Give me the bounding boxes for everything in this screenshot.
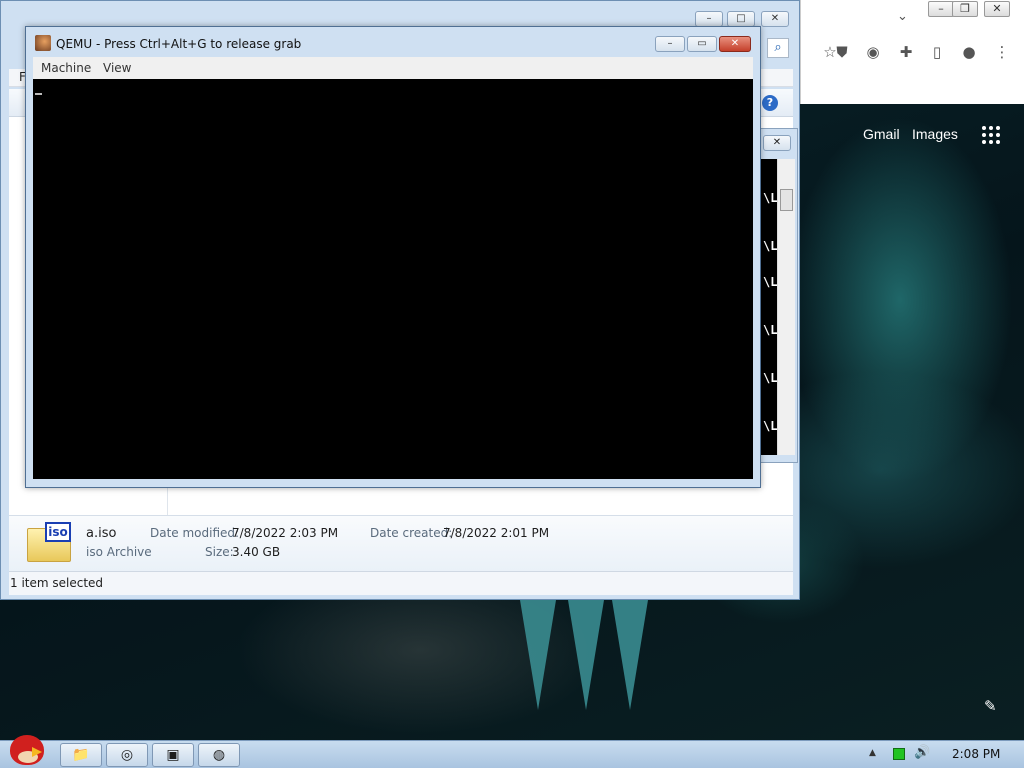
explorer-maximize-button[interactable]: □ <box>727 11 755 27</box>
explorer-close-button[interactable]: ✕ <box>761 11 789 27</box>
file-type: iso Archive <box>86 545 152 559</box>
status-bar: 1 item selected <box>9 571 793 595</box>
date-modified-label: Date modified: <box>150 526 240 540</box>
console-output: \L \L \L \L \L \L <box>761 159 777 455</box>
console-close-button[interactable]: ✕ <box>763 135 791 151</box>
guest-display[interactable] <box>33 79 753 479</box>
taskbar: 📁 ◎ ▣ ◍ ▲ 🔊 2:08 PM <box>0 735 1024 768</box>
text-cursor <box>35 93 42 95</box>
qemu-app-icon <box>35 35 51 51</box>
volume-icon[interactable]: 🔊 <box>914 745 930 760</box>
chrome-restore-button[interactable]: ❐ <box>952 1 978 17</box>
help-icon[interactable]: ? <box>762 95 778 111</box>
window-title: QEMU - Press Ctrl+Alt+G to release grab <box>56 37 302 51</box>
console-scrollbar[interactable] <box>777 159 795 455</box>
scrollbar-thumb[interactable] <box>780 189 793 211</box>
qemu-menubar: Machine View <box>33 57 753 79</box>
console-line: \L <box>763 239 778 253</box>
console-line: \L <box>763 323 778 337</box>
menu-view[interactable]: View <box>103 61 131 75</box>
console-icon[interactable]: ▣ <box>152 743 194 767</box>
explorer-folder-icon[interactable]: 📁 <box>60 743 102 767</box>
console-line: \L <box>763 275 778 289</box>
wallpaper-tooth <box>612 600 648 710</box>
qemu-window: QEMU - Press Ctrl+Alt+G to release grab … <box>25 26 761 488</box>
profile-icon[interactable]: ● <box>959 42 979 62</box>
more-menu-icon[interactable]: ⋮ <box>992 42 1012 62</box>
explorer-minimize-button[interactable]: – <box>695 11 723 27</box>
chevron-down-icon[interactable]: ⌄ <box>897 9 908 24</box>
status-text: 1 item selected <box>10 576 104 590</box>
sidebar-icon[interactable]: ▯ <box>927 42 947 62</box>
network-icon[interactable] <box>893 748 905 760</box>
chrome-minimize-button[interactable]: – <box>928 1 954 17</box>
navpane-divider <box>167 485 168 515</box>
date-created-label: Date created: <box>370 526 453 540</box>
chrome-icon[interactable]: ◎ <box>106 743 148 767</box>
images-link[interactable]: Images <box>912 126 958 142</box>
size-value: 3.40 GB <box>232 545 281 559</box>
file-name: a.iso <box>86 526 117 541</box>
search-icon[interactable]: ⌕ <box>767 38 789 58</box>
qemu-minimize-button[interactable]: – <box>655 36 685 52</box>
show-hidden-icons-icon[interactable]: ▲ <box>869 748 876 758</box>
extension-circle-icon[interactable]: ◉ <box>863 42 883 62</box>
pencil-icon[interactable]: ✎ <box>984 697 997 715</box>
clock[interactable]: 2:08 PM <box>952 747 1000 761</box>
start-button[interactable] <box>2 731 50 768</box>
ublock-shield-icon[interactable]: ⛊ <box>832 42 852 62</box>
qemu-close-button[interactable]: ✕ <box>719 36 751 52</box>
wallpaper-tooth <box>520 600 556 710</box>
google-apps-icon[interactable] <box>982 126 1000 144</box>
qemu-maximize-button[interactable]: ▭ <box>687 36 717 52</box>
details-pane: iso a.iso iso Archive Date modified: 7/8… <box>9 515 793 571</box>
puzzle-icon[interactable]: ✚ <box>896 42 916 62</box>
wallpaper-tooth <box>568 600 604 710</box>
date-created-value: 7/8/2022 2:01 PM <box>443 526 550 540</box>
menu-machine[interactable]: Machine <box>41 61 91 75</box>
iso-file-icon: iso <box>27 522 73 562</box>
chrome-close-button[interactable]: ✕ <box>984 1 1010 17</box>
console-line: \L <box>763 419 778 433</box>
console-line: \L <box>763 371 778 385</box>
size-label: Size: <box>205 545 234 559</box>
console-window: ✕ \L \L \L \L \L \L <box>760 128 798 463</box>
gmail-link[interactable]: Gmail <box>863 126 900 142</box>
qemu-taskbar-icon[interactable]: ◍ <box>198 743 240 767</box>
console-line: \L <box>763 191 778 205</box>
date-modified-value: 7/8/2022 2:03 PM <box>232 526 339 540</box>
